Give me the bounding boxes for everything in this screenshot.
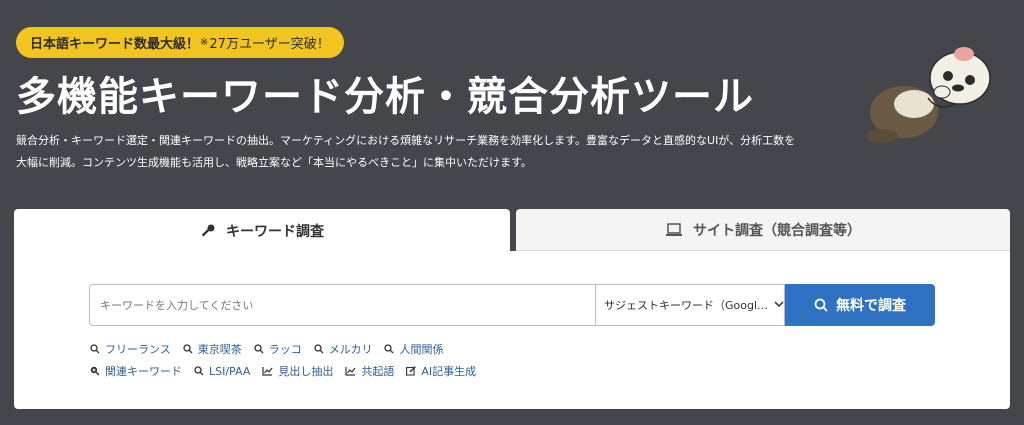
example-keyword-links: フリーランス 東京喫茶 ラッコ メルカリ 人間関係 — [90, 341, 455, 357]
example-link-label: フリーランス — [105, 343, 171, 356]
badge-footnote-mark: ※ — [200, 37, 209, 48]
search-form: サジェストキーワード（Googl… 無料で調査 — [89, 284, 935, 326]
chevron-down-icon — [774, 300, 784, 311]
search-plus-icon — [90, 366, 100, 376]
badge-text-post: 27万ユーザー突破！ — [209, 37, 330, 52]
tab-keyword-label: キーワード調査 — [226, 224, 324, 240]
tool-link-label: 関連キーワード — [105, 365, 182, 378]
search-icon — [194, 366, 204, 376]
page-title: 多機能キーワード分析・競合分析ツール — [16, 74, 754, 120]
otter-mascot-icon — [866, 47, 991, 143]
search-icon — [183, 344, 193, 354]
keyword-input[interactable] — [89, 284, 595, 326]
search-icon — [384, 344, 394, 354]
example-link-relationships[interactable]: 人間関係 — [384, 341, 443, 357]
tab-site-label: サイト調査（競合調査等） — [693, 222, 861, 239]
search-type-select[interactable]: サジェストキーワード（Googl… — [595, 284, 785, 326]
example-link-label: ラッコ — [268, 343, 302, 356]
tool-link-cooccurrence[interactable]: 共起語 — [345, 363, 394, 379]
search-icon — [314, 344, 324, 354]
search-icon — [254, 344, 264, 354]
search-button[interactable]: 無料で調査 — [785, 284, 935, 326]
promo-badge: 日本語キーワード数最大級！ ※ 27万ユーザー突破！ — [16, 27, 344, 58]
laptop-icon — [665, 222, 683, 237]
edit-icon — [406, 366, 417, 376]
example-link-rakko[interactable]: ラッコ — [254, 341, 302, 357]
key-icon — [200, 223, 216, 239]
tab-keyword-research[interactable]: キーワード調査 — [14, 209, 510, 253]
tool-link-label: 見出し抽出 — [278, 365, 334, 378]
tool-link-label: 共起語 — [361, 365, 395, 378]
tab-site-research[interactable]: サイト調査（競合調査等） — [516, 209, 1010, 251]
tool-link-related-keywords[interactable]: 関連キーワード — [90, 363, 182, 379]
example-link-label: 人間関係 — [399, 343, 444, 356]
keyword-search-panel: サジェストキーワード（Googl… 無料で調査 フリーランス 東京喫茶 — [14, 251, 1010, 409]
tool-link-label: LSI/PAA — [209, 364, 251, 378]
example-link-tokyo-kissa[interactable]: 東京喫茶 — [183, 341, 242, 357]
tool-link-headings[interactable]: 見出し抽出 — [262, 363, 333, 379]
example-link-label: 東京喫茶 — [197, 343, 242, 356]
tool-link-label: AI記事生成 — [421, 365, 477, 378]
example-link-mercari[interactable]: メルカリ — [314, 341, 373, 357]
example-link-label: メルカリ — [328, 343, 373, 356]
search-button-label: 無料で調査 — [836, 298, 906, 314]
badge-text-pre: 日本語キーワード数最大級！ — [30, 37, 200, 52]
example-link-freelance[interactable]: フリーランス — [90, 341, 171, 357]
search-type-value: サジェストキーワード（Googl… — [604, 299, 769, 312]
tool-link-lsi-paa[interactable]: LSI/PAA — [194, 363, 250, 379]
page-description: 競合分析・キーワード選定・関連キーワードの抽出。マーケティングにおける煩雑なリサ… — [16, 134, 796, 169]
search-icon — [814, 298, 828, 312]
chart-icon — [345, 366, 356, 376]
search-icon — [90, 344, 100, 354]
chart-icon — [262, 366, 273, 376]
tool-link-ai-article[interactable]: AI記事生成 — [406, 363, 476, 379]
tool-links: 関連キーワード LSI/PAA 見出し抽出 共起語 AI記事生成 — [90, 363, 488, 379]
